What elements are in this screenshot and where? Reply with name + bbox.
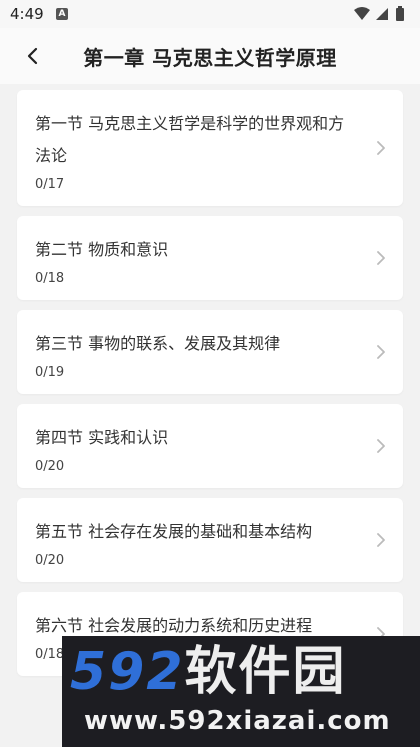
section-progress: 0/20 — [35, 459, 65, 474]
section-card-2[interactable]: 第二节 物质和意识 0/18 — [17, 216, 403, 300]
watermark-logo-number: 592 — [70, 642, 185, 702]
watermark-url: www.592xiazai.com — [84, 706, 391, 736]
section-progress: 0/20 — [35, 553, 65, 568]
section-card-5[interactable]: 第五节 社会存在发展的基础和基本结构 0/20 — [17, 498, 403, 582]
status-bar: 4:49 A — [0, 0, 420, 28]
section-title: 第四节 实践和认识 — [35, 428, 169, 447]
chevron-right-icon — [377, 141, 385, 155]
chevron-right-icon — [377, 439, 385, 453]
watermark-logo-text: 软件园 — [184, 642, 347, 702]
section-title: 第一节 马克思主义哲学是科学的世界观和方法论 — [35, 114, 345, 165]
section-progress: 0/17 — [35, 177, 65, 192]
wifi-icon — [354, 7, 370, 20]
watermark-logo: 592软件园 — [70, 644, 347, 700]
chevron-right-icon — [377, 251, 385, 265]
status-icons — [352, 6, 412, 22]
section-list: 第一节 马克思主义哲学是科学的世界观和方法论 0/17 第二节 物质和意识 0/… — [17, 90, 403, 686]
section-title: 第三节 事物的联系、发展及其规律 — [35, 334, 281, 353]
section-card-4[interactable]: 第四节 实践和认识 0/20 — [17, 404, 403, 488]
watermark-banner: 592软件园 www.592xiazai.com — [62, 636, 420, 747]
app-bar: 第一章 马克思主义哲学原理 — [0, 28, 420, 84]
chevron-right-icon — [377, 345, 385, 359]
section-title: 第五节 社会存在发展的基础和基本结构 — [35, 522, 313, 541]
section-card-1[interactable]: 第一节 马克思主义哲学是科学的世界观和方法论 0/17 — [17, 90, 403, 206]
section-card-3[interactable]: 第三节 事物的联系、发展及其规律 0/19 — [17, 310, 403, 394]
page-title: 第一章 马克思主义哲学原理 — [83, 46, 337, 70]
signal-icon — [376, 8, 388, 20]
status-time: 4:49 — [10, 5, 44, 23]
section-progress: 0/19 — [35, 365, 65, 380]
section-progress: 0/18 — [35, 271, 65, 286]
chevron-right-icon — [377, 533, 385, 547]
battery-icon — [396, 6, 404, 21]
notification-icon: A — [56, 8, 68, 20]
section-title: 第二节 物质和意识 — [35, 240, 169, 259]
